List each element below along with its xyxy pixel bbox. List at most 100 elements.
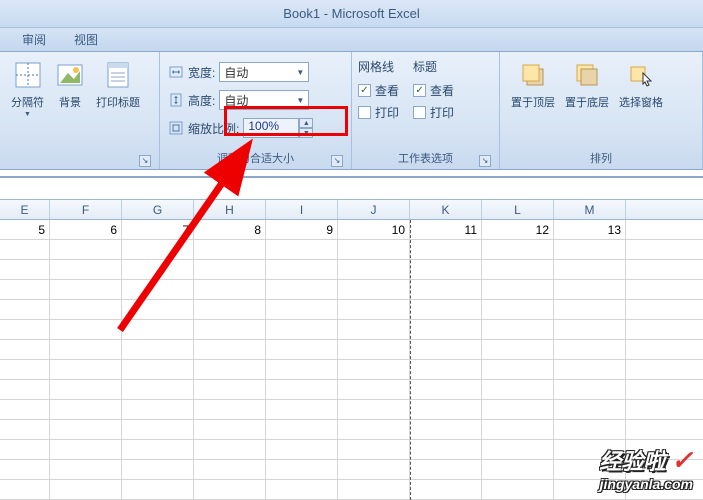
- cell[interactable]: [122, 400, 194, 419]
- column-header[interactable]: K: [410, 200, 482, 219]
- cell[interactable]: [0, 380, 50, 399]
- column-header[interactable]: H: [194, 200, 266, 219]
- cell[interactable]: [338, 340, 410, 359]
- cell[interactable]: [122, 460, 194, 479]
- cell[interactable]: 6: [50, 220, 122, 239]
- cell[interactable]: [410, 420, 482, 439]
- cell[interactable]: [482, 420, 554, 439]
- cell[interactable]: [338, 400, 410, 419]
- cell[interactable]: [50, 460, 122, 479]
- cell[interactable]: [410, 320, 482, 339]
- cell[interactable]: [0, 260, 50, 279]
- cell[interactable]: [266, 320, 338, 339]
- column-header[interactable]: I: [266, 200, 338, 219]
- cell[interactable]: [554, 320, 626, 339]
- cell[interactable]: [266, 260, 338, 279]
- cell[interactable]: 11: [410, 220, 482, 239]
- cell[interactable]: [194, 260, 266, 279]
- column-header[interactable]: F: [50, 200, 122, 219]
- cell[interactable]: [50, 480, 122, 499]
- breaks-button[interactable]: 分隔符 ▼: [6, 56, 49, 121]
- cell[interactable]: [194, 440, 266, 459]
- cell[interactable]: [122, 260, 194, 279]
- column-header[interactable]: J: [338, 200, 410, 219]
- cell[interactable]: [194, 320, 266, 339]
- cell[interactable]: [410, 300, 482, 319]
- cell[interactable]: [266, 380, 338, 399]
- cell[interactable]: [122, 280, 194, 299]
- gridlines-print-checkbox[interactable]: [358, 106, 371, 119]
- cell[interactable]: [194, 280, 266, 299]
- cell[interactable]: [194, 460, 266, 479]
- cell[interactable]: [194, 300, 266, 319]
- cell[interactable]: [482, 400, 554, 419]
- cell[interactable]: [194, 420, 266, 439]
- cell[interactable]: 13: [554, 220, 626, 239]
- column-header[interactable]: L: [482, 200, 554, 219]
- cell[interactable]: [0, 360, 50, 379]
- cell[interactable]: [0, 480, 50, 499]
- cell[interactable]: [338, 320, 410, 339]
- cell[interactable]: [50, 380, 122, 399]
- cell[interactable]: 12: [482, 220, 554, 239]
- worksheet-grid[interactable]: E F G H I J K L M 5 6 7 8 9 10 11 12 13: [0, 200, 703, 500]
- cell[interactable]: [338, 480, 410, 499]
- cell[interactable]: [554, 340, 626, 359]
- cell[interactable]: [0, 240, 50, 259]
- cell[interactable]: [338, 440, 410, 459]
- column-header[interactable]: M: [554, 200, 626, 219]
- cell[interactable]: [266, 460, 338, 479]
- cell[interactable]: [410, 260, 482, 279]
- cell[interactable]: [338, 460, 410, 479]
- cell[interactable]: [338, 360, 410, 379]
- cell[interactable]: [554, 240, 626, 259]
- cell[interactable]: [50, 260, 122, 279]
- cell[interactable]: [122, 420, 194, 439]
- cell[interactable]: [410, 340, 482, 359]
- cell[interactable]: [410, 480, 482, 499]
- cell[interactable]: 5: [0, 220, 50, 239]
- cell[interactable]: [410, 280, 482, 299]
- cell[interactable]: [122, 300, 194, 319]
- cell[interactable]: [482, 320, 554, 339]
- cell[interactable]: [122, 380, 194, 399]
- cell[interactable]: [338, 420, 410, 439]
- dialog-launcher-icon[interactable]: ↘: [139, 155, 151, 167]
- cell[interactable]: [338, 240, 410, 259]
- cell[interactable]: [266, 360, 338, 379]
- cell[interactable]: [0, 460, 50, 479]
- cell[interactable]: [50, 360, 122, 379]
- cell[interactable]: [194, 240, 266, 259]
- cell[interactable]: [482, 300, 554, 319]
- cell[interactable]: [410, 400, 482, 419]
- cell[interactable]: 9: [266, 220, 338, 239]
- cell[interactable]: [50, 320, 122, 339]
- cell[interactable]: [482, 280, 554, 299]
- cell[interactable]: [122, 340, 194, 359]
- cell[interactable]: [266, 420, 338, 439]
- cell[interactable]: [194, 480, 266, 499]
- cell[interactable]: [338, 260, 410, 279]
- column-header[interactable]: E: [0, 200, 50, 219]
- background-button[interactable]: 背景: [49, 56, 91, 113]
- send-to-back-button[interactable]: 置于底层: [560, 56, 614, 113]
- cell[interactable]: [482, 340, 554, 359]
- cell[interactable]: [410, 440, 482, 459]
- headings-view-checkbox[interactable]: ✓: [413, 84, 426, 97]
- headings-print-checkbox[interactable]: [413, 106, 426, 119]
- tab-view[interactable]: 视图: [60, 28, 112, 51]
- cell[interactable]: [266, 480, 338, 499]
- cell[interactable]: [554, 360, 626, 379]
- bring-to-front-button[interactable]: 置于顶层: [506, 56, 560, 113]
- selection-pane-button[interactable]: 选择窗格: [614, 56, 668, 113]
- dialog-launcher-icon[interactable]: ↘: [479, 155, 491, 167]
- cell[interactable]: [410, 240, 482, 259]
- cell[interactable]: [50, 300, 122, 319]
- cell[interactable]: [122, 440, 194, 459]
- cell[interactable]: [50, 280, 122, 299]
- cell[interactable]: [122, 320, 194, 339]
- cell[interactable]: [266, 240, 338, 259]
- cell[interactable]: [194, 380, 266, 399]
- cell[interactable]: 8: [194, 220, 266, 239]
- cell[interactable]: [122, 360, 194, 379]
